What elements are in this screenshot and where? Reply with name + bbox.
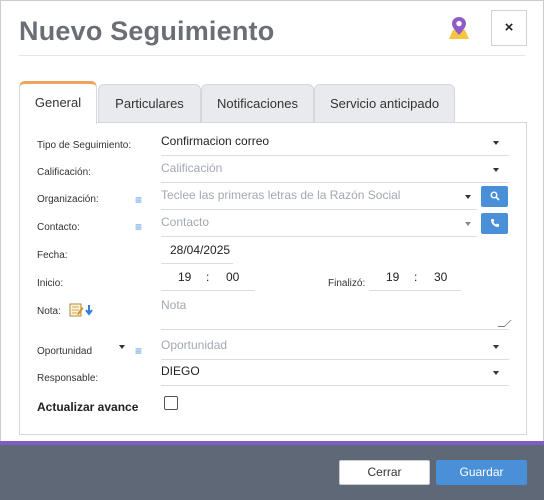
close-button[interactable]: × — [491, 10, 527, 46]
inicio-time-input[interactable]: 19 : 00 — [161, 265, 255, 291]
modal-footer: Cerrar Guardar — [0, 445, 544, 500]
finaliza-minute: 30 — [434, 270, 448, 284]
tipo-select[interactable]: Confirmacion correo — [161, 129, 509, 156]
responsable-label: Responsable: — [37, 373, 99, 384]
chevron-down-icon — [493, 345, 499, 349]
inicio-separator: : — [206, 270, 210, 284]
phone-button[interactable] — [481, 213, 508, 234]
actualizar-avance-label: Actualizar avance — [37, 400, 139, 414]
oportunidad-label: Oportunidad — [37, 346, 93, 357]
chevron-down-icon[interactable] — [119, 345, 125, 349]
list-icon[interactable]: ≡ — [135, 221, 145, 233]
list-icon[interactable]: ≡ — [135, 194, 145, 206]
finaliza-hour: 19 — [386, 270, 400, 284]
calificacion-select[interactable]: Calificación — [161, 156, 509, 183]
finaliza-label: Finalizó: — [328, 278, 366, 289]
save-button[interactable]: Guardar — [436, 460, 527, 485]
chevron-down-icon — [493, 168, 499, 172]
oportunidad-select[interactable]: Oportunidad — [161, 333, 509, 360]
chevron-down-icon — [465, 222, 471, 226]
nota-placeholder: Nota — [161, 298, 187, 312]
phone-icon — [490, 219, 499, 227]
chevron-down-icon — [465, 195, 471, 199]
nota-label: Nota: — [37, 306, 61, 317]
tipo-value: Confirmacion correo — [161, 134, 270, 148]
search-icon — [490, 191, 500, 201]
fecha-value: 28/04/2025 — [170, 243, 231, 257]
organizacion-label: Organización: — [37, 194, 99, 205]
tab-particulares[interactable]: Particulares — [98, 84, 201, 123]
list-icon[interactable]: ≡ — [135, 345, 145, 357]
finaliza-time-input[interactable]: 19 : 30 — [369, 265, 461, 291]
tab-general[interactable]: General — [19, 81, 97, 124]
actualizar-avance-checkbox[interactable] — [164, 396, 178, 410]
responsable-select[interactable]: DIEGO — [161, 359, 509, 386]
search-button[interactable] — [481, 186, 508, 207]
modal-header: Nuevo Seguimiento × — [1, 1, 543, 57]
fecha-label: Fecha: — [37, 250, 68, 261]
inicio-label: Inicio: — [37, 278, 64, 289]
note-edit-icon[interactable] — [69, 303, 95, 317]
map-pin-icon[interactable] — [446, 15, 472, 41]
calificacion-label: Calificación: — [37, 167, 91, 178]
responsable-value: DIEGO — [161, 364, 200, 378]
tab-servicio-anticipado[interactable]: Servicio anticipado — [314, 84, 455, 123]
chevron-down-icon — [493, 141, 499, 145]
organizacion-input[interactable]: Teclee las primeras letras de la Razón S… — [161, 183, 477, 210]
tab-notificaciones[interactable]: Notificaciones — [201, 84, 314, 123]
inicio-minute: 00 — [226, 270, 240, 284]
chevron-down-icon — [493, 371, 499, 375]
fecha-input[interactable]: 28/04/2025 — [161, 238, 233, 264]
inicio-hour: 19 — [178, 270, 192, 284]
new-followup-modal: Nuevo Seguimiento × General Particulares… — [0, 0, 544, 500]
header-divider — [19, 55, 525, 56]
organizacion-placeholder: Teclee las primeras letras de la Razón S… — [161, 188, 401, 202]
contacto-label: Contacto: — [37, 222, 80, 233]
finaliza-separator: : — [414, 270, 418, 284]
contacto-placeholder: Contacto — [161, 215, 210, 229]
tipo-label: Tipo de Seguimiento: — [37, 140, 132, 151]
oportunidad-placeholder: Oportunidad — [161, 338, 228, 352]
contacto-input[interactable]: Contacto — [161, 210, 477, 237]
nota-textarea[interactable]: Nota — [161, 292, 512, 330]
page-title: Nuevo Seguimiento — [19, 16, 275, 46]
calificacion-placeholder: Calificación — [161, 161, 223, 175]
cancel-button[interactable]: Cerrar — [339, 460, 430, 485]
